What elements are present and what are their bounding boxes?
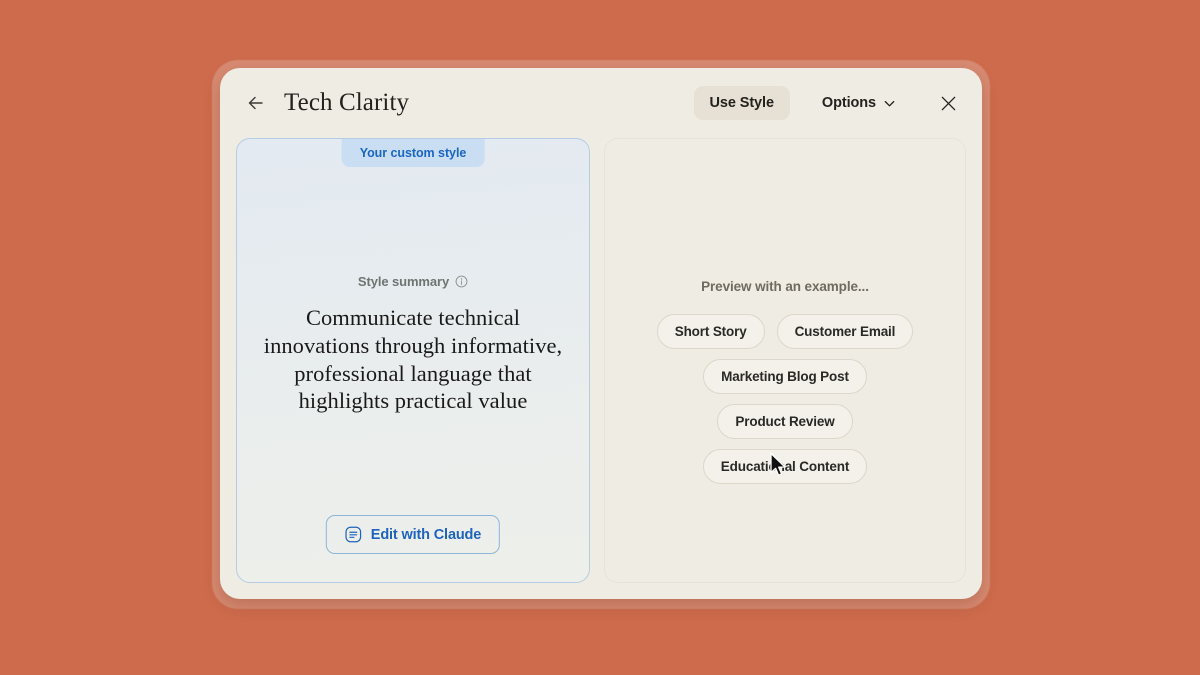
arrow-left-icon <box>248 96 263 110</box>
example-chip-product-review[interactable]: Product Review <box>717 404 853 439</box>
modal-header: Tech Clarity Use Style Options <box>220 68 982 138</box>
chat-bubble-icon <box>345 526 362 543</box>
style-summary-label: Style summary <box>357 273 450 289</box>
back-button[interactable] <box>242 89 270 117</box>
options-button[interactable]: Options <box>812 86 906 120</box>
custom-style-card: Your custom style Style summary Communic… <box>236 138 590 583</box>
options-label: Options <box>821 95 876 111</box>
use-style-button[interactable]: Use Style <box>693 86 790 120</box>
style-summary-block: Style summary Communicate technical inno… <box>237 274 589 416</box>
custom-style-badge: Your custom style <box>341 139 485 167</box>
edit-with-claude-label: Edit with Claude <box>370 526 482 543</box>
close-icon <box>941 96 955 110</box>
style-detail-modal: Tech Clarity Use Style Options Your cust… <box>212 60 990 609</box>
example-chip-marketing-blog-post[interactable]: Marketing Blog Post <box>703 359 867 394</box>
page-title: Tech Clarity <box>284 89 410 116</box>
info-icon[interactable] <box>455 275 468 288</box>
example-chip-educational-content[interactable]: Educational Content <box>702 449 868 484</box>
example-chip-customer-email[interactable]: Customer Email <box>776 314 914 349</box>
style-summary-text: Communicate technical innovations throug… <box>263 304 563 414</box>
modal-surface: Tech Clarity Use Style Options Your cust… <box>220 68 982 599</box>
edit-with-claude-button[interactable]: Edit with Claude <box>325 515 501 554</box>
modal-body: Your custom style Style summary Communic… <box>220 138 982 599</box>
style-summary-header: Style summary <box>251 274 575 289</box>
preview-label: Preview with an example... <box>701 279 869 294</box>
preview-card: Preview with an example... Short Story C… <box>604 138 966 583</box>
example-chip-list: Short Story Customer Email Marketing Blo… <box>630 314 940 484</box>
close-button[interactable] <box>932 87 964 119</box>
chevron-down-icon <box>884 100 895 106</box>
example-chip-short-story[interactable]: Short Story <box>656 314 765 349</box>
